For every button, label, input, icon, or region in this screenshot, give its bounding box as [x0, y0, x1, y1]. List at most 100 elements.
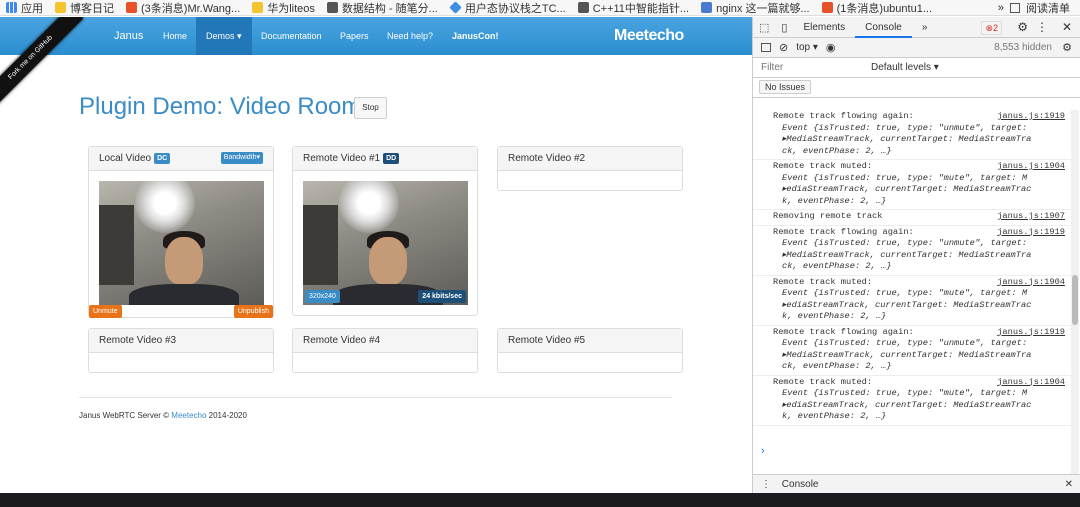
- more-options-icon[interactable]: ⋮: [1036, 20, 1048, 34]
- web-page: Janus Home Demos ▾ Documentation Papers …: [0, 17, 752, 493]
- footer: Janus WebRTC Server © Meetecho 2014-2020: [79, 411, 247, 420]
- bookmark-apps[interactable]: 应用: [0, 0, 49, 15]
- panel-title: Local Video: [99, 153, 152, 164]
- console-message: Remote track muted: janus.js:1904 Event {i…: [753, 376, 1071, 426]
- source-link[interactable]: janus.js:1904: [997, 161, 1065, 173]
- bookmark-item[interactable]: 博客日记: [49, 0, 120, 15]
- dd-badge: DD: [383, 153, 400, 164]
- reading-list-button[interactable]: 阅读清单: [1026, 0, 1070, 15]
- error-count-badge[interactable]: ⊗2: [981, 21, 1002, 35]
- settings-gear-icon[interactable]: ⚙: [1017, 20, 1028, 34]
- close-icon[interactable]: ✕: [1062, 20, 1072, 34]
- source-link[interactable]: janus.js:1919: [997, 111, 1065, 123]
- event-object-line[interactable]: ▸ediaStreamTrack, currentTarget: MediaSt…: [773, 184, 1071, 196]
- event-object-line[interactable]: ▸ediaStreamTrack, currentTarget: MediaSt…: [773, 400, 1071, 412]
- tab-elements[interactable]: Elements: [793, 17, 855, 38]
- resolution-label: 320x240: [305, 290, 340, 303]
- footer-link[interactable]: Meetecho: [171, 411, 206, 420]
- panel-heading: Remote Video #3: [89, 329, 273, 353]
- bookmark-item[interactable]: 数据结构 - 随笔分...: [321, 0, 444, 15]
- stop-button[interactable]: Stop: [354, 97, 387, 119]
- error-icon: ⊗: [985, 23, 993, 33]
- console-drawer: ⋮ Console ✕: [753, 474, 1080, 493]
- console-prompt[interactable]: ›: [761, 445, 765, 457]
- source-link[interactable]: janus.js:1904: [997, 377, 1065, 389]
- sidebar-toggle-icon[interactable]: [761, 43, 771, 52]
- panel-title: Remote Video #2: [508, 153, 586, 164]
- console-message: Remote track muted: janus.js:1904 Event {i…: [753, 276, 1071, 326]
- nav-demos[interactable]: Demos ▾: [196, 17, 252, 55]
- panel-heading: Local Video DC Bandwidth▾: [89, 147, 273, 171]
- meetecho-logo[interactable]: Meetecho: [614, 17, 684, 55]
- event-object-line: Event {isTrusted: true, type: "mute", ta…: [782, 172, 1028, 183]
- bandwidth-dropdown[interactable]: Bandwidth▾: [220, 152, 263, 164]
- diamond-icon: [449, 1, 462, 14]
- source-link[interactable]: janus.js:1919: [997, 327, 1065, 339]
- remote-video-2-panel: Remote Video #2: [497, 146, 683, 191]
- navbar: Janus Home Demos ▾ Documentation Papers …: [0, 17, 752, 55]
- levels-dropdown[interactable]: Default levels ▾: [871, 62, 939, 73]
- nav-home[interactable]: Home: [163, 17, 187, 55]
- console-settings-icon[interactable]: ⚙: [1062, 41, 1072, 54]
- inspect-icon[interactable]: ⬚: [753, 21, 775, 34]
- event-object-line: k, eventPhase: 2, …}: [782, 195, 887, 206]
- drawer-tab-console[interactable]: Console: [782, 479, 819, 490]
- remote-video-1-panel: Remote Video #1 DD 320x240 24 kbits/sec: [292, 146, 478, 316]
- event-object-line: Event {isTrusted: true, type: "mute", ta…: [782, 388, 1028, 398]
- remote-video-1: 320x240 24 kbits/sec: [303, 181, 468, 305]
- tab-more[interactable]: »: [912, 17, 938, 38]
- device-toggle-icon[interactable]: ▯: [775, 21, 793, 34]
- context-selector[interactable]: top ▾: [796, 42, 818, 53]
- drawer-menu-icon[interactable]: ⋮: [753, 479, 779, 490]
- cnblogs-icon: [577, 2, 589, 13]
- source-link[interactable]: janus.js:1907: [997, 211, 1065, 223]
- console-message: Remote track flowing again: janus.js:1919…: [753, 326, 1071, 376]
- console-message: Remote track flowing again: janus.js:1919…: [753, 110, 1071, 160]
- bookmark-item[interactable]: (3条消息)Mr.Wang...: [120, 0, 246, 15]
- clear-console-icon[interactable]: ⊘: [779, 41, 788, 54]
- scrollbar-thumb[interactable]: [1072, 275, 1078, 325]
- panel-heading: Remote Video #2: [498, 147, 682, 171]
- bitrate-label: 24 kbits/sec: [418, 290, 466, 303]
- nav-brand[interactable]: Janus: [114, 17, 143, 55]
- event-object-line[interactable]: ▸MediaStreamTrack, currentTarget: MediaS…: [773, 134, 1071, 146]
- event-object-line: ck, eventPhase: 2, …}: [782, 145, 892, 156]
- console-log: Remote track flowing again: janus.js:1919…: [753, 110, 1071, 450]
- panel-heading: Remote Video #1 DD: [293, 147, 477, 171]
- tab-console[interactable]: Console: [855, 17, 912, 38]
- panel-title: Remote Video #1: [303, 153, 381, 164]
- event-object-line: Event {isTrusted: true, type: "unmute", …: [782, 238, 1028, 248]
- unpublish-button[interactable]: Unpublish: [233, 305, 273, 318]
- console-toolbar: ⊘ top ▾ ◉ 8,553 hidden ⚙: [753, 38, 1080, 58]
- nav-januscon[interactable]: JanusCon!: [452, 17, 499, 55]
- live-expression-eye-icon[interactable]: ◉: [826, 41, 836, 54]
- bookmarks-more-button[interactable]: »: [998, 2, 1004, 14]
- remote-video-3-panel: Remote Video #3: [88, 328, 274, 373]
- nav-documentation[interactable]: Documentation: [261, 17, 322, 55]
- folder-icon: [252, 2, 264, 13]
- dc-badge: DC: [154, 153, 171, 164]
- local-video: [99, 181, 264, 305]
- event-object-line: Event {isTrusted: true, type: "unmute", …: [782, 338, 1028, 348]
- filter-input[interactable]: [753, 62, 853, 73]
- source-link[interactable]: janus.js:1919: [997, 227, 1065, 239]
- bookmark-item[interactable]: (1条消息)ubuntu1...: [816, 0, 938, 15]
- source-link[interactable]: janus.js:1904: [997, 277, 1065, 289]
- devtools-tabbar: ⬚ ▯ Elements Console » ⊗2 ⚙ ⋮ ✕: [753, 17, 1080, 38]
- unmute-button[interactable]: Unmute: [89, 305, 122, 318]
- no-issues-button[interactable]: No Issues: [759, 80, 812, 94]
- console-message: Removing remote track janus.js:1907: [753, 210, 1071, 226]
- csdn-icon: [821, 2, 833, 13]
- event-object-line[interactable]: ▸MediaStreamTrack, currentTarget: MediaS…: [773, 250, 1071, 262]
- reading-list-icon: [1010, 2, 1020, 13]
- bookmark-item[interactable]: 用户态协议栈之TC...: [444, 0, 572, 15]
- local-video-panel: Local Video DC Bandwidth▾ Unmute Unpublis…: [88, 146, 274, 318]
- nav-papers[interactable]: Papers: [340, 17, 369, 55]
- event-object-line[interactable]: ▸ediaStreamTrack, currentTarget: MediaSt…: [773, 300, 1071, 312]
- nav-help[interactable]: Need help?: [387, 17, 433, 55]
- bookmark-item[interactable]: 华为liteos: [246, 0, 321, 15]
- event-object-line[interactable]: ▸MediaStreamTrack, currentTarget: MediaS…: [773, 350, 1071, 362]
- bookmark-item[interactable]: nginx 这一篇就够...: [695, 0, 816, 15]
- bookmark-item[interactable]: C++11中智能指针...: [572, 0, 695, 15]
- drawer-close-icon[interactable]: ✕: [1065, 475, 1073, 494]
